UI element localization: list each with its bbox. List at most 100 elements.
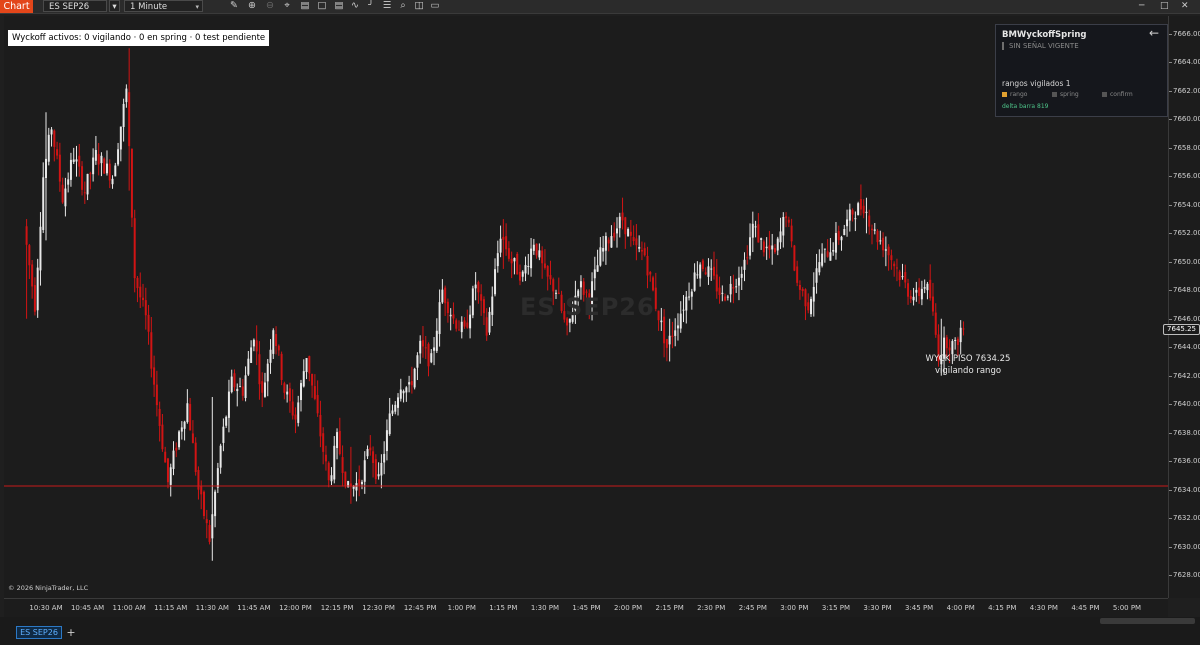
candle-body bbox=[746, 257, 749, 259]
candle-body bbox=[904, 272, 907, 283]
properties-icon[interactable]: ☰ bbox=[382, 1, 392, 11]
candle-body bbox=[543, 263, 546, 268]
candle-body bbox=[460, 321, 463, 333]
candle-body bbox=[261, 381, 264, 393]
candle-body bbox=[50, 129, 53, 135]
crosshair-icon[interactable]: ⌖ bbox=[282, 1, 292, 11]
maximize-icon[interactable]: □ bbox=[1160, 0, 1169, 12]
candle-body bbox=[158, 408, 161, 426]
bar-style-icon[interactable]: □ bbox=[317, 1, 327, 11]
candle-body bbox=[737, 277, 740, 286]
pencil-icon[interactable]: ✎ bbox=[229, 1, 239, 11]
candle-body bbox=[385, 430, 388, 452]
candle-body bbox=[624, 217, 627, 235]
panel-title: BMWyckoffSpring bbox=[1002, 30, 1087, 40]
candle-body bbox=[327, 462, 330, 481]
close-icon[interactable]: ✕ bbox=[1181, 0, 1189, 12]
candle-body bbox=[380, 462, 383, 476]
candle-body bbox=[214, 491, 217, 517]
strategies-icon[interactable]: ▤ bbox=[334, 1, 344, 11]
candle-body bbox=[632, 237, 635, 242]
time-axis[interactable]: 10:30 AM 10:45 AM 11:00 AM 11:15 AM 11:30 AM… bbox=[4, 598, 1168, 617]
time-tick-label: 11:15 AM bbox=[154, 604, 188, 612]
candle-body bbox=[142, 297, 145, 301]
candle-body bbox=[832, 250, 835, 252]
orders-icon[interactable]: ▭ bbox=[430, 1, 440, 11]
attach-icon[interactable]: ⌕ bbox=[398, 1, 408, 11]
candle-body bbox=[45, 158, 47, 179]
draw-tools-icon[interactable]: ╯ bbox=[366, 1, 376, 11]
candle-body bbox=[696, 274, 699, 276]
candle-body bbox=[782, 216, 785, 236]
instrument-dropdown-button[interactable]: ▾ bbox=[109, 0, 120, 12]
candle-body bbox=[130, 148, 133, 218]
price-axis[interactable]: 7666.00 7664.00 7662.00 7660.00 7658.00 7656.… bbox=[1168, 16, 1200, 598]
arrow-left-icon[interactable]: ← bbox=[1149, 26, 1159, 40]
zoom-out-icon[interactable]: ⊖ bbox=[265, 1, 275, 11]
time-tick-label: 12:45 PM bbox=[403, 604, 437, 612]
indicators-icon[interactable]: ∿ bbox=[350, 1, 360, 11]
candle-body bbox=[527, 265, 530, 267]
candle-body bbox=[710, 268, 713, 270]
price-tick-label: 7634.00 bbox=[1173, 485, 1200, 494]
candle-body bbox=[266, 363, 269, 382]
price-tick-mark bbox=[1169, 290, 1172, 292]
tab-es-sep26[interactable]: ES SEP26 bbox=[16, 626, 62, 639]
candle-body bbox=[103, 158, 106, 174]
price-tick-mark bbox=[1169, 233, 1172, 235]
price-tick-label: 7632.00 bbox=[1173, 514, 1200, 523]
minimize-icon[interactable]: ─ bbox=[1139, 0, 1144, 12]
price-tick-mark bbox=[1169, 404, 1172, 406]
candle-body bbox=[155, 384, 158, 406]
price-tick-label: 7666.00 bbox=[1173, 30, 1200, 38]
candle-body bbox=[469, 314, 472, 329]
candle-body bbox=[854, 218, 857, 220]
legend-label: confirm bbox=[1110, 91, 1133, 98]
add-tab-button[interactable]: + bbox=[65, 626, 77, 639]
candle-body bbox=[457, 329, 460, 331]
candle-body bbox=[718, 287, 721, 295]
candle-body bbox=[499, 238, 502, 253]
instrument-selector[interactable]: ES SEP26 bbox=[43, 0, 107, 12]
data-box-icon[interactable]: ▤ bbox=[300, 1, 310, 11]
legend-label: rango bbox=[1010, 91, 1028, 98]
candle-body bbox=[749, 237, 752, 256]
price-tick-label: 7650.00 bbox=[1173, 257, 1200, 266]
chart-window-tab[interactable]: Chart bbox=[0, 0, 33, 13]
candle-body bbox=[843, 229, 846, 236]
candle-body bbox=[166, 458, 169, 483]
candle-body bbox=[119, 126, 122, 150]
candle-body bbox=[144, 300, 147, 316]
price-tick-mark bbox=[1169, 261, 1172, 263]
candle-body bbox=[283, 383, 286, 393]
instrument-label: ES SEP26 bbox=[49, 2, 90, 12]
time-tick-label: 4:30 PM bbox=[1029, 604, 1058, 612]
candle-body bbox=[873, 229, 876, 231]
candle-body bbox=[646, 255, 649, 276]
candle-body bbox=[707, 266, 710, 277]
interval-selector[interactable]: 1 Minute ▾ bbox=[124, 0, 203, 12]
time-tick-label: 10:30 AM bbox=[29, 604, 63, 612]
candle-body bbox=[776, 238, 779, 251]
candle-body bbox=[194, 442, 197, 472]
chart-trader-icon[interactable]: ◫ bbox=[414, 1, 424, 11]
panel-ranges-watched: rangos vigilados 1 bbox=[1002, 79, 1071, 88]
price-tick-label: 7638.00 bbox=[1173, 428, 1200, 437]
candle-body bbox=[222, 426, 225, 443]
candle-body bbox=[494, 269, 497, 295]
candle-body bbox=[657, 310, 660, 321]
candle-body bbox=[862, 205, 865, 214]
horizontal-scrollbar[interactable] bbox=[1100, 618, 1195, 624]
zoom-in-icon[interactable]: ⊕ bbox=[247, 1, 257, 11]
candle-body bbox=[435, 330, 438, 351]
price-tick-label: 7656.00 bbox=[1173, 172, 1200, 181]
candle-body bbox=[75, 159, 78, 162]
candle-body bbox=[322, 433, 325, 452]
candle-body bbox=[552, 279, 555, 292]
candle-body bbox=[818, 262, 821, 273]
candle-body bbox=[798, 285, 801, 290]
price-tick-mark bbox=[1169, 204, 1172, 206]
candle-body bbox=[305, 358, 308, 373]
candle-body bbox=[521, 271, 524, 277]
time-tick-label: 1:45 PM bbox=[572, 604, 601, 612]
